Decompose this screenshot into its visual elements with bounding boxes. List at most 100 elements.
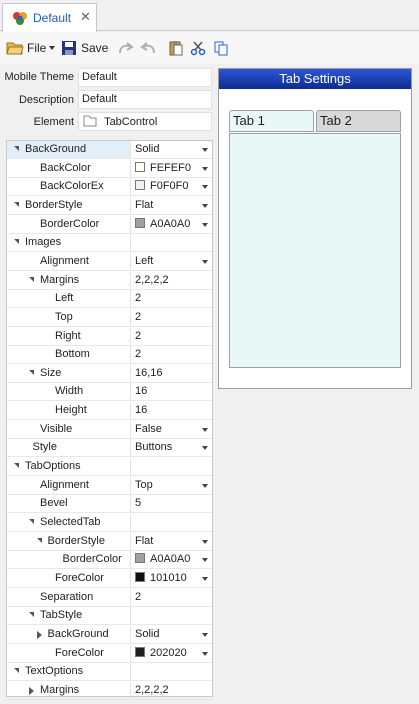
property-row[interactable]: Separation 2 xyxy=(7,588,212,607)
property-row[interactable]: BackGround Solid xyxy=(7,141,212,159)
property-value[interactable]: 101010 xyxy=(130,569,212,587)
property-row[interactable]: TabOptions xyxy=(7,458,212,477)
property-row[interactable]: Bottom 2 xyxy=(7,346,212,365)
property-value[interactable]: 16,16 xyxy=(130,364,212,382)
chevron-down-icon[interactable] xyxy=(202,166,208,171)
collapse-arrow-icon[interactable] xyxy=(29,519,34,524)
collapse-arrow-icon[interactable] xyxy=(36,537,42,543)
property-value[interactable]: Left xyxy=(130,252,212,270)
property-row[interactable]: SelectedTab xyxy=(7,514,212,532)
chevron-down-icon[interactable] xyxy=(202,222,208,227)
preview-tab-1[interactable]: Tab 1 xyxy=(229,110,314,132)
property-row[interactable]: Visible False xyxy=(7,420,212,439)
property-row[interactable]: TextOptions xyxy=(7,663,212,682)
chevron-down-icon[interactable] xyxy=(202,558,208,563)
property-row[interactable]: BorderColor A0A0A0 xyxy=(7,215,212,234)
chevron-down-icon[interactable] xyxy=(202,576,208,581)
property-row[interactable]: Right 2 xyxy=(7,327,212,346)
description-field[interactable]: Default xyxy=(78,90,212,109)
property-row[interactable]: Left 2 xyxy=(7,290,212,309)
collapse-arrow-icon[interactable] xyxy=(29,276,34,282)
expand-arrow-icon[interactable] xyxy=(29,686,34,695)
property-value[interactable]: FEFEF0 xyxy=(130,159,212,177)
close-icon[interactable]: ✕ xyxy=(80,9,91,25)
property-value[interactable]: False xyxy=(130,420,212,438)
chevron-down-icon[interactable] xyxy=(202,259,208,264)
property-value[interactable]: 2 xyxy=(130,290,212,308)
property-row[interactable]: BorderStyle Flat xyxy=(7,196,212,215)
element-selector[interactable]: TabControl xyxy=(78,112,212,131)
property-row[interactable]: BorderColor A0A0A0 xyxy=(7,551,212,570)
property-value[interactable]: 16 xyxy=(130,402,212,420)
property-value[interactable]: 2 xyxy=(130,308,212,326)
expand-arrow-icon[interactable] xyxy=(36,630,42,639)
property-value[interactable] xyxy=(130,458,212,476)
chevron-down-icon[interactable] xyxy=(202,539,208,544)
chevron-down-icon[interactable] xyxy=(202,203,208,208)
property-row[interactable]: TabStyle xyxy=(7,607,212,626)
property-row[interactable]: BorderStyle Flat xyxy=(7,532,212,551)
redo-button[interactable] xyxy=(117,38,135,58)
property-value[interactable]: A0A0A0 xyxy=(130,215,212,233)
chevron-down-icon[interactable] xyxy=(202,446,208,451)
property-row[interactable]: ForeColor 202020 xyxy=(7,644,212,663)
property-value[interactable]: 16 xyxy=(130,383,212,401)
undo-button[interactable] xyxy=(139,38,157,58)
property-value[interactable] xyxy=(130,234,212,252)
paste-button[interactable] xyxy=(168,38,184,58)
property-value[interactable]: F0F0F0 xyxy=(130,178,212,196)
property-row[interactable]: Top 2 xyxy=(7,308,212,327)
property-value[interactable]: 2 xyxy=(130,346,212,364)
copy-button[interactable] xyxy=(213,38,229,58)
property-value[interactable]: 2,2,2,2 xyxy=(130,271,212,289)
property-row[interactable]: Size 16,16 xyxy=(7,364,212,383)
preview-tab-2[interactable]: Tab 2 xyxy=(316,110,401,132)
collapse-arrow-icon[interactable] xyxy=(14,668,19,674)
property-value[interactable]: 2 xyxy=(130,588,212,606)
property-value[interactable]: Flat xyxy=(130,196,212,214)
property-value[interactable] xyxy=(130,514,212,531)
chevron-down-icon[interactable] xyxy=(202,632,208,637)
property-value[interactable]: Top xyxy=(130,476,212,494)
property-row[interactable]: ForeColor 101010 xyxy=(7,569,212,588)
property-value[interactable]: 202020 xyxy=(130,644,212,662)
property-row[interactable]: BackGround Solid xyxy=(7,625,212,644)
property-row[interactable]: Images xyxy=(7,234,212,253)
collapse-arrow-icon[interactable] xyxy=(29,369,34,375)
property-row[interactable]: Width 16 xyxy=(7,383,212,402)
property-value[interactable] xyxy=(130,663,212,681)
mobile-theme-field[interactable]: Default xyxy=(78,68,212,87)
chevron-down-icon[interactable] xyxy=(202,483,208,488)
property-row[interactable]: Bevel 5 xyxy=(7,495,212,514)
property-row[interactable]: Style Buttons xyxy=(7,439,212,458)
property-row[interactable]: BackColor FEFEF0 xyxy=(7,159,212,178)
property-value[interactable]: Flat xyxy=(130,532,212,550)
property-value[interactable]: Solid xyxy=(130,141,212,158)
chevron-down-icon[interactable] xyxy=(202,651,208,656)
cut-button[interactable] xyxy=(190,38,206,58)
property-value[interactable]: Solid xyxy=(130,625,212,643)
collapse-arrow-icon[interactable] xyxy=(14,463,19,469)
property-row[interactable]: BackColorEx F0F0F0 xyxy=(7,178,212,197)
collapse-arrow-icon[interactable] xyxy=(14,146,19,151)
file-menu-button[interactable]: File xyxy=(6,38,56,58)
chevron-down-icon[interactable] xyxy=(202,427,208,432)
save-button[interactable]: Save xyxy=(61,38,108,58)
property-value[interactable]: 5 xyxy=(130,495,212,513)
collapse-arrow-icon[interactable] xyxy=(14,201,19,207)
property-value[interactable]: 2,2,2,2 xyxy=(130,681,212,699)
property-row[interactable]: Alignment Left xyxy=(7,252,212,271)
property-value[interactable] xyxy=(130,607,212,625)
collapse-arrow-icon[interactable] xyxy=(29,612,34,618)
chevron-down-icon[interactable] xyxy=(202,185,208,190)
property-row[interactable]: Height 16 xyxy=(7,402,212,421)
collapse-arrow-icon[interactable] xyxy=(14,239,19,245)
property-value[interactable]: 2 xyxy=(130,327,212,345)
property-value[interactable]: Buttons xyxy=(130,439,212,457)
property-row[interactable]: Margins 2,2,2,2 xyxy=(7,271,212,290)
doc-tab-default[interactable]: Default ✕ xyxy=(2,3,97,32)
property-row[interactable]: Margins 2,2,2,2 xyxy=(7,681,212,700)
chevron-down-icon[interactable] xyxy=(202,148,208,152)
property-value[interactable]: A0A0A0 xyxy=(130,551,212,569)
property-row[interactable]: Alignment Top xyxy=(7,476,212,495)
